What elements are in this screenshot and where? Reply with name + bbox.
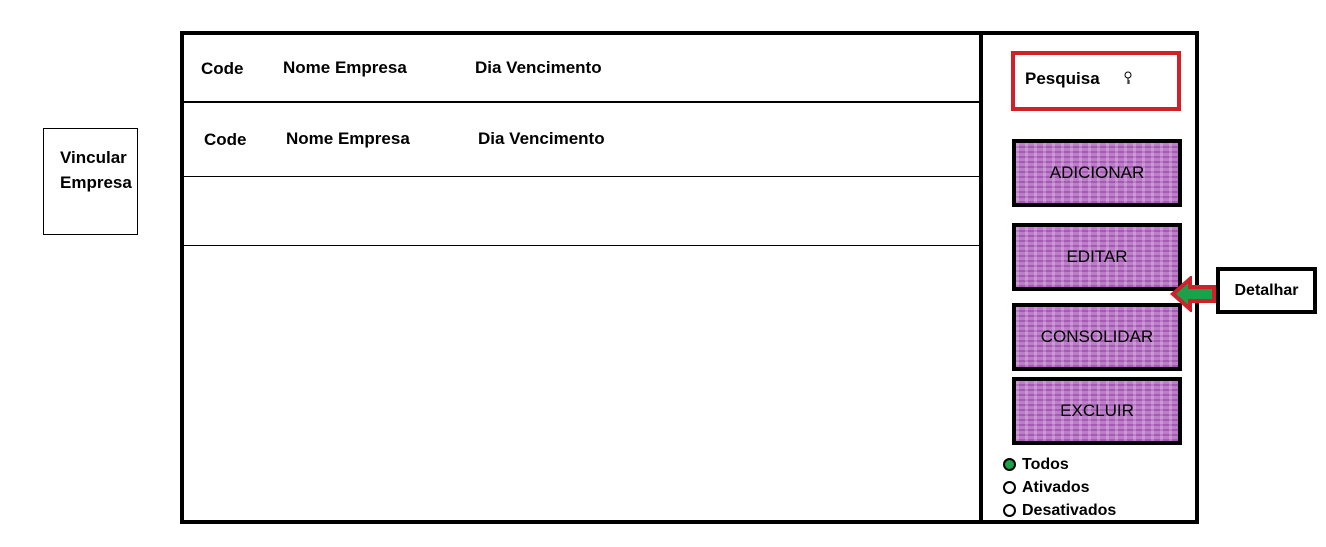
main-window: Code Nome Empresa Dia Vencimento Code No… <box>180 31 1199 524</box>
header-code: Code <box>201 59 244 78</box>
row-nome-empresa: Nome Empresa <box>286 129 410 148</box>
adicionar-button[interactable]: ADICIONAR <box>1012 139 1182 207</box>
status-filter: Todos Ativados Desativados <box>1003 453 1116 522</box>
company-table: Code Nome Empresa Dia Vencimento Code No… <box>184 35 979 520</box>
key-icon[interactable] <box>1123 71 1133 85</box>
header-dia-vencimento: Dia Vencimento <box>475 58 602 77</box>
table-header-row: Code Nome Empresa Dia Vencimento <box>184 35 979 103</box>
table-row-empty[interactable] <box>184 177 979 246</box>
excluir-button[interactable]: EXCLUIR <box>1012 377 1182 445</box>
filter-label: Todos <box>1022 455 1069 473</box>
vincular-empresa-button[interactable]: Vincular Empresa <box>43 128 138 235</box>
arrow-left-icon <box>1170 276 1216 312</box>
editar-button[interactable]: EDITAR <box>1012 223 1182 291</box>
search-label: Pesquisa <box>1025 69 1100 88</box>
radio-icon[interactable] <box>1003 481 1016 494</box>
radio-icon[interactable] <box>1003 504 1016 517</box>
filter-option-todos[interactable]: Todos <box>1003 453 1116 476</box>
row-dia-vencimento: Dia Vencimento <box>478 129 605 148</box>
consolidar-button[interactable]: CONSOLIDAR <box>1012 303 1182 371</box>
filter-option-desativados[interactable]: Desativados <box>1003 499 1116 522</box>
detalhar-label: Detalhar <box>1234 281 1299 299</box>
detalhar-button[interactable]: Detalhar <box>1216 267 1317 314</box>
radio-selected-icon[interactable] <box>1003 458 1016 471</box>
header-nome-empresa: Nome Empresa <box>283 58 407 77</box>
table-row[interactable]: Code Nome Empresa Dia Vencimento <box>184 103 979 177</box>
filter-option-ativados[interactable]: Ativados <box>1003 476 1116 499</box>
filter-label: Ativados <box>1022 478 1090 496</box>
vincular-label-line1: Vincular <box>60 148 127 167</box>
search-field[interactable]: Pesquisa <box>1011 51 1181 111</box>
vincular-label-line2: Empresa <box>60 173 132 192</box>
filter-label: Desativados <box>1022 501 1117 519</box>
row-code: Code <box>204 130 247 149</box>
action-panel: Pesquisa ADICIONAR EDITAR CONSOLIDAR EXC… <box>979 35 1195 520</box>
